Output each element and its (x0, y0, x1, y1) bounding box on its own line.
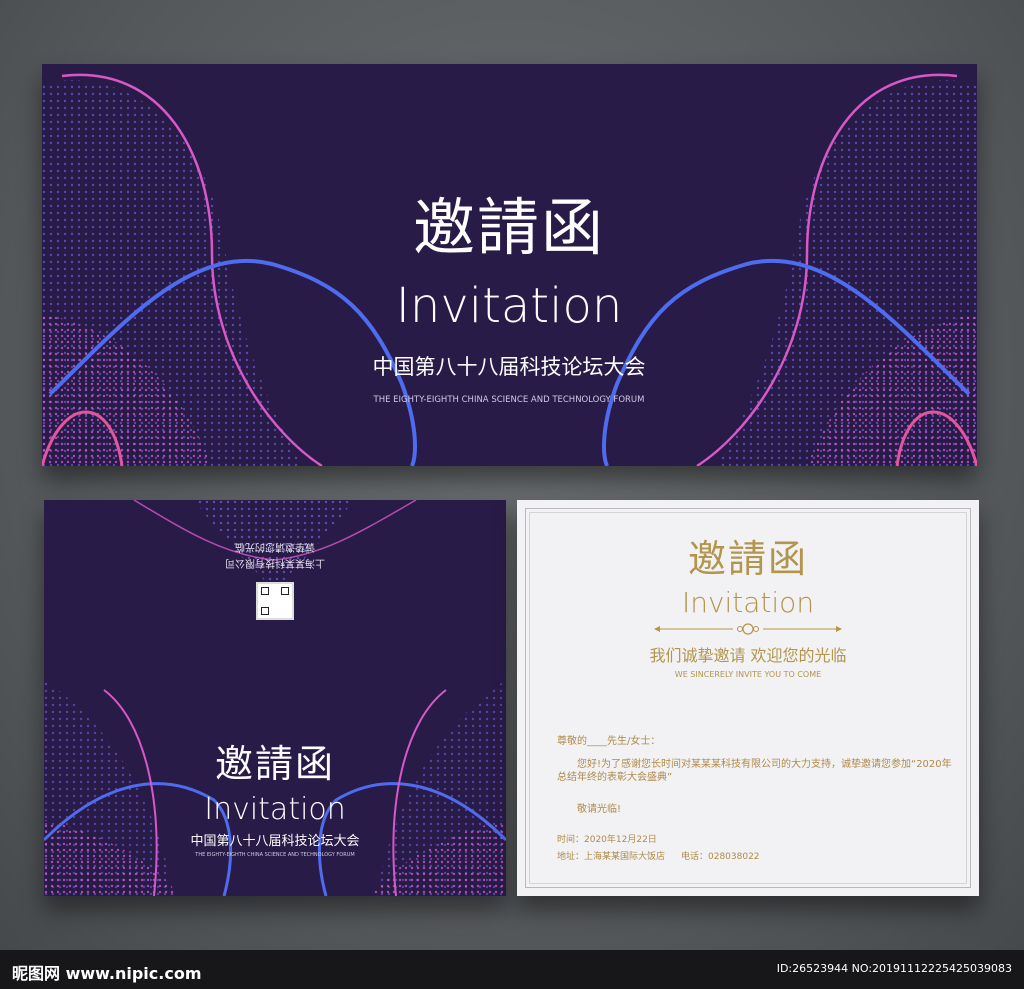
forum-name-en: THE EIGHTY-EIGHTH CHINA SCIENCE AND TECH… (373, 395, 645, 405)
forum-name-cn: 中国第八十八届科技论坛大会 (372, 355, 646, 379)
invitation-subtitle: Invitation (395, 278, 623, 334)
invitation-cover-card: 邀請函 Invitation 中国第八十八届科技论坛大会 THE EIGHTY-… (42, 64, 977, 466)
qr-code (256, 582, 294, 620)
invitation-title: 邀請函 (412, 191, 605, 264)
ornament-divider (654, 623, 842, 635)
event-phone: 电话：028038022 (681, 852, 760, 862)
tagline-cn: 我们诚挚邀请 欢迎您的光临 (649, 646, 847, 665)
mirrored-text-line1: 诚挚邀请您的光临 (235, 541, 315, 552)
mirrored-text-line2: 上海某某科技有限公司 (225, 557, 325, 568)
invitation-title: 邀請函 (687, 537, 808, 581)
event-time: 时间：2020年12月22日 (557, 835, 657, 845)
watermark-footer: 昵图网 www.nipic.com ID:26523944 NO:2019111… (0, 950, 1024, 989)
invitation-subtitle: Invitation (204, 792, 346, 827)
invitation-back-card: 诚挚邀请您的光临 上海某某科技有限公司 邀請函 Invitation 中国第八十… (44, 500, 506, 896)
site-logo: 昵图网 www.nipic.com (12, 964, 202, 983)
forum-name-cn: 中国第八十八届科技论坛大会 (190, 834, 360, 849)
image-id-text: ID:26523944 NO:20191112225425039083 (776, 962, 1012, 975)
closing: 敬请光临! (577, 804, 622, 815)
event-address: 地址：上海某某国际大饭店 (557, 852, 666, 862)
forum-name-en: THE EIGHTY-EIGHTH CHINA SCIENCE AND TECH… (195, 852, 355, 858)
tagline-en: WE SINCERELY INVITE YOU TO COME (674, 670, 822, 679)
letter-body: 您好!为了感谢您长时间对某某某科技有限公司的大力支持，诚挚邀请您参加“2020年… (557, 759, 952, 783)
invitation-title: 邀請函 (214, 742, 335, 786)
invitation-subtitle: Invitation (681, 586, 815, 619)
invitation-inner-card: 邀請函 Invitation 我们诚挚邀请 欢迎您的光临 WE SINCEREL… (517, 500, 979, 896)
greeting: 尊敬的____先生/女士： (557, 736, 661, 747)
